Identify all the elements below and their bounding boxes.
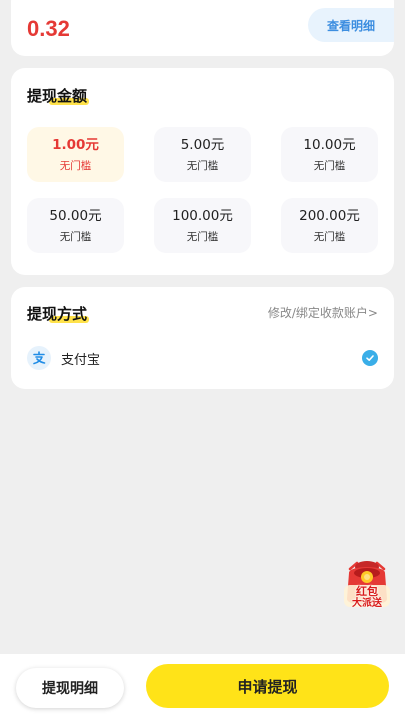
amount-value: 10.00元 xyxy=(303,137,356,153)
amount-options-grid: 1.00元 无门槛 5.00元 无门槛 10.00元 无门槛 50.00元 无门… xyxy=(27,127,378,253)
amount-option-200[interactable]: 200.00元 无门槛 xyxy=(281,198,378,253)
method-section-title-text: 提现方式 xyxy=(27,305,88,323)
amount-value: 50.00元 xyxy=(49,208,102,224)
amount-option-5[interactable]: 5.00元 无门槛 xyxy=(154,127,251,182)
amount-option-1[interactable]: 1.00元 无门槛 xyxy=(27,127,124,182)
red-packet-float-button[interactable]: 红包 大派送 xyxy=(338,555,396,615)
amount-section-title-text: 提现金额 xyxy=(27,87,88,105)
amount-value: 100.00元 xyxy=(172,208,233,224)
withdraw-history-button[interactable]: 提现明细 xyxy=(16,668,124,708)
alipay-option[interactable]: 支付宝 xyxy=(27,345,378,371)
red-packet-line2: 大派送 xyxy=(352,598,382,609)
balance-amount: 0.32 xyxy=(27,16,70,41)
amount-note: 无门槛 xyxy=(313,160,346,172)
amount-value: 1.00元 xyxy=(52,137,99,153)
withdraw-amount-card: 提现金额 1.00元 无门槛 5.00元 无门槛 10.00元 无门槛 50.0… xyxy=(11,68,394,275)
apply-withdraw-button[interactable]: 申请提现 xyxy=(146,664,389,708)
amount-section-title: 提现金额 xyxy=(27,85,90,106)
amount-note: 无门槛 xyxy=(59,160,92,172)
alipay-icon xyxy=(27,346,51,370)
amount-note: 无门槛 xyxy=(186,160,219,172)
amount-note: 无门槛 xyxy=(186,231,219,243)
amount-note: 无门槛 xyxy=(313,231,346,243)
alipay-label: 支付宝 xyxy=(61,352,101,368)
withdraw-method-card: 提现方式 修改/绑定收款账户> 支付宝 xyxy=(11,287,394,389)
check-circle-icon xyxy=(362,350,378,366)
method-section-title: 提现方式 xyxy=(27,303,90,324)
amount-option-100[interactable]: 100.00元 无门槛 xyxy=(154,198,251,253)
amount-option-10[interactable]: 10.00元 无门槛 xyxy=(281,127,378,182)
modify-account-link[interactable]: 修改/绑定收款账户> xyxy=(268,304,378,321)
amount-value: 5.00元 xyxy=(180,137,225,153)
bottom-action-bar: 提现明细 申请提现 xyxy=(0,654,405,720)
view-details-button[interactable]: 查看明细 xyxy=(308,8,394,42)
amount-option-50[interactable]: 50.00元 无门槛 xyxy=(27,198,124,253)
amount-value: 200.00元 xyxy=(299,208,360,224)
balance-card: 0.32 查看明细 xyxy=(11,0,394,56)
red-packet-line1: 红包 xyxy=(356,585,378,598)
amount-note: 无门槛 xyxy=(59,231,92,243)
